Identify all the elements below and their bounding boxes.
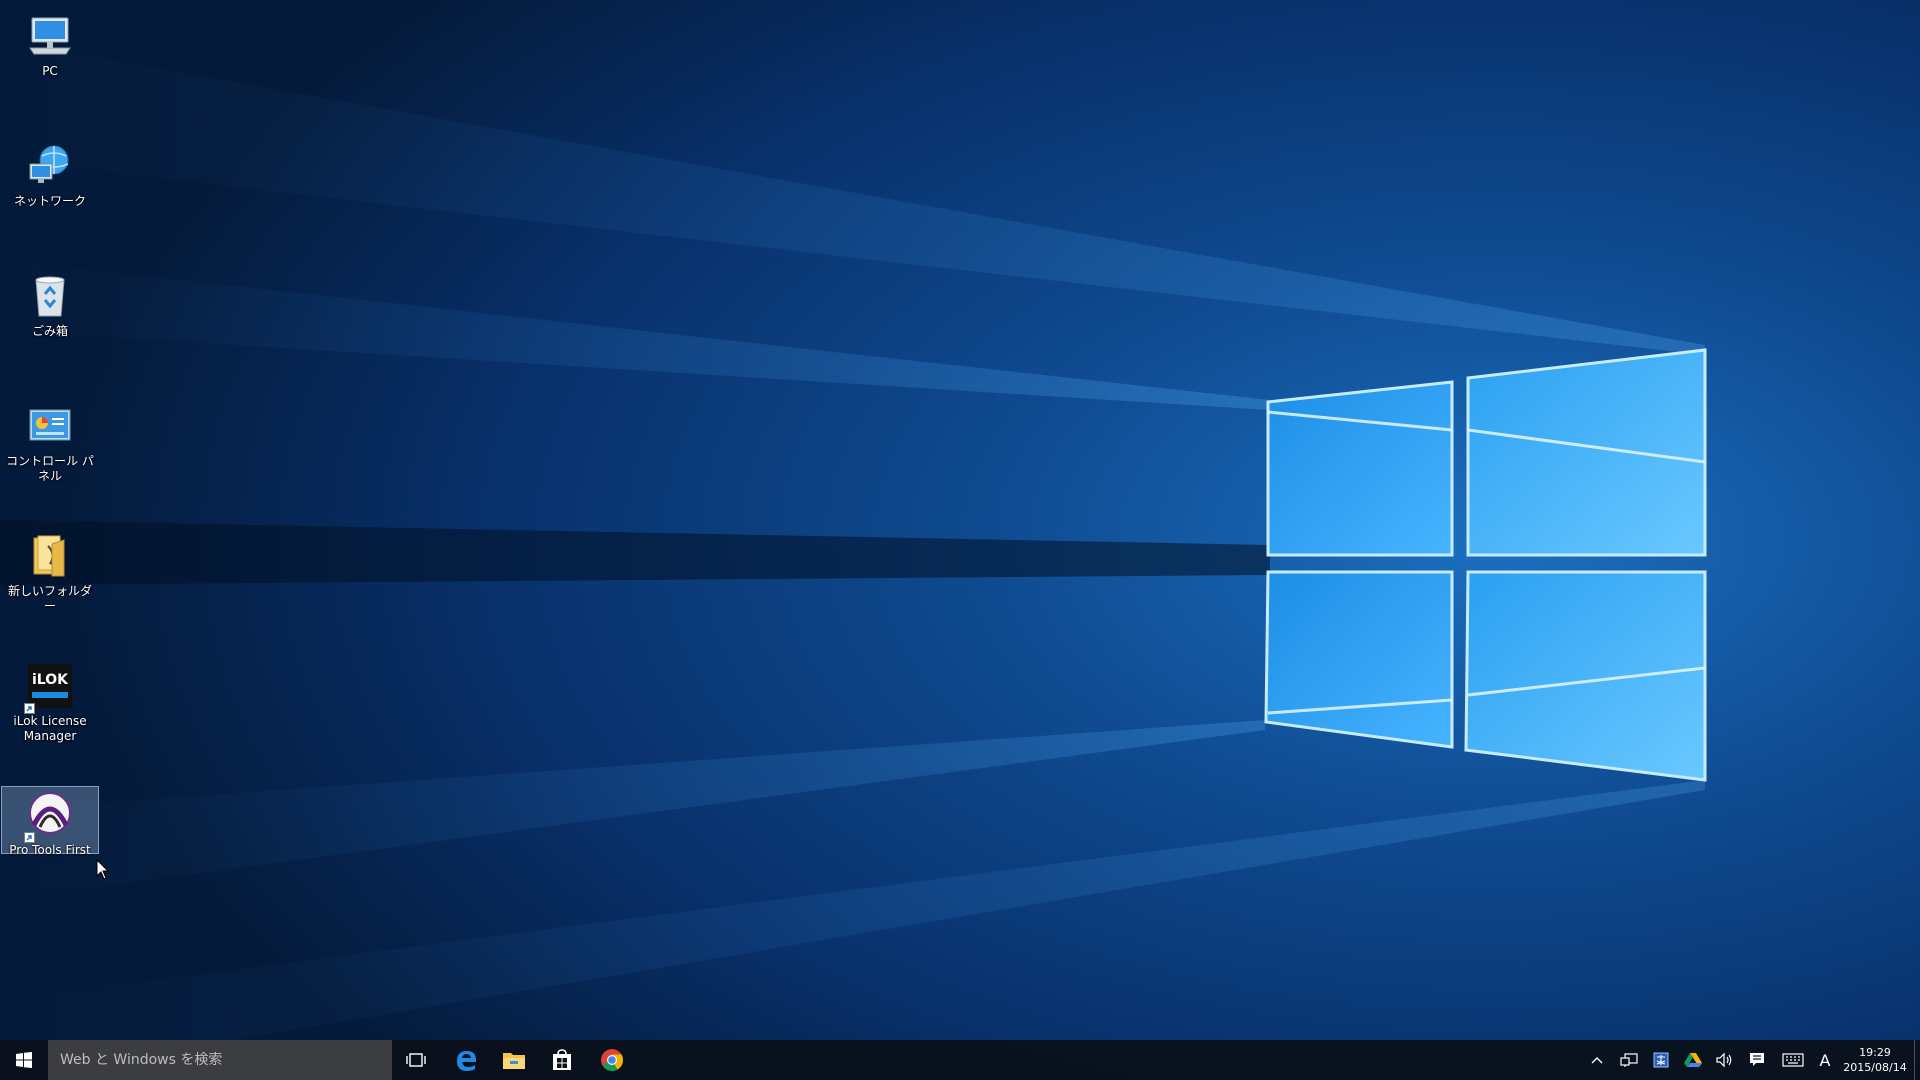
desktop-icon-network[interactable]: ネットワーク — [4, 136, 96, 209]
folder-icon — [26, 532, 74, 580]
pc-icon — [26, 12, 74, 60]
touch-keyboard-icon — [1782, 1053, 1804, 1067]
search-input[interactable] — [58, 1051, 382, 1069]
windows-logo-icon — [16, 1052, 32, 1068]
google-drive-icon — [1684, 1053, 1702, 1067]
touch-keyboard-tray-button[interactable] — [1776, 1040, 1810, 1080]
edge-icon — [457, 1051, 476, 1071]
desktop-icon-pro-tools-first[interactable]: Pro Tools First — [1, 786, 99, 857]
control-panel-icon — [26, 402, 74, 450]
shortcut-arrow-icon — [24, 832, 35, 843]
show-desktop-button[interactable] — [1914, 1040, 1920, 1080]
desktop-icon-control-panel[interactable]: コントロール パネル — [4, 396, 96, 484]
ime-mode-label: A — [1819, 1050, 1831, 1070]
show-hidden-icons-button[interactable] — [1584, 1040, 1610, 1080]
desktop-icon-label: Pro Tools First — [9, 843, 91, 857]
ime-pad-icon — [1653, 1052, 1669, 1068]
volume-tray-button[interactable] — [1710, 1040, 1740, 1080]
desktop-icon-label: iLok License Manager — [13, 714, 87, 743]
clock-time: 19:29 — [1859, 1046, 1891, 1059]
recycle-bin-icon — [26, 272, 74, 320]
ime-mode-indicator[interactable]: A — [1812, 1040, 1838, 1080]
taskbar: A 19:29 2015/08/14 — [0, 1040, 1920, 1080]
desktop-icon-label: ネットワーク — [13, 194, 86, 208]
store-taskbar-button[interactable] — [538, 1040, 586, 1080]
network-tray-button[interactable] — [1614, 1040, 1644, 1080]
clock-date: 2015/08/14 — [1843, 1061, 1907, 1074]
mouse-cursor-icon — [96, 859, 110, 880]
desktop-icon-new-folder[interactable]: 新しいフォルダー — [4, 526, 96, 614]
pro-tools-icon — [24, 791, 74, 843]
shortcut-arrow-icon — [24, 703, 35, 714]
desktop-icon-label: コントロール パネル — [6, 454, 94, 483]
action-center-tray-button[interactable] — [1742, 1040, 1772, 1080]
search-box[interactable] — [48, 1040, 392, 1080]
file-explorer-taskbar-button[interactable] — [490, 1040, 538, 1080]
volume-icon — [1716, 1052, 1732, 1068]
desktop-icon-label: PC — [42, 64, 58, 78]
network-tray-icon — [1620, 1053, 1638, 1067]
file-explorer-icon — [503, 1053, 525, 1069]
desktop-icon-pc[interactable]: PC — [4, 6, 96, 79]
ilok-icon: iLOK — [24, 662, 74, 714]
store-icon — [553, 1049, 571, 1070]
ime-pad-tray-button[interactable] — [1646, 1040, 1676, 1080]
desktop-icon-ilok-license-manager[interactable]: iLOK iLok License Manager — [4, 656, 96, 744]
desktop-icon-label: ごみ箱 — [31, 324, 68, 338]
start-button[interactable] — [0, 1040, 48, 1080]
edge-taskbar-button[interactable] — [442, 1040, 490, 1080]
clock[interactable]: 19:29 2015/08/14 — [1838, 1040, 1912, 1080]
chevron-up-icon — [1591, 1057, 1603, 1064]
task-view-icon — [406, 1053, 426, 1067]
chrome-taskbar-button[interactable] — [588, 1040, 636, 1080]
task-view-button[interactable] — [392, 1040, 440, 1080]
desktop-icon-label: 新しいフォルダー — [7, 584, 92, 613]
network-icon — [26, 142, 74, 190]
ilok-logo-text: iLOK — [32, 672, 69, 688]
chrome-icon — [601, 1049, 623, 1071]
google-drive-tray-button[interactable] — [1678, 1040, 1708, 1080]
desktop-icon-recycle-bin[interactable]: ごみ箱 — [4, 266, 96, 339]
desktop-wallpaper — [0, 0, 1920, 1080]
action-center-icon — [1750, 1053, 1764, 1066]
